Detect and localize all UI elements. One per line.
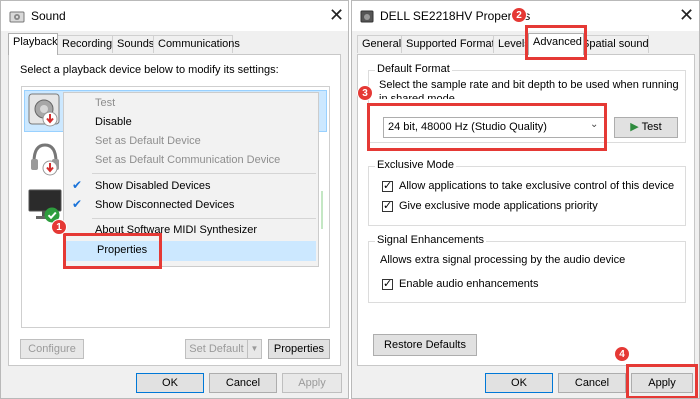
test-button-label: Test (641, 121, 662, 133)
menu-item-show-disconnected[interactable]: Show Disconnected Devices (64, 196, 318, 215)
signal-enhancements-group: Signal Enhancements Allows extra signal … (368, 234, 686, 303)
cancel-button[interactable]: Cancel (558, 373, 626, 393)
exclusive-priority-label: Give exclusive mode applications priorit… (399, 200, 598, 212)
set-default-dropdown[interactable]: ▼ (247, 339, 262, 359)
tab-communications[interactable]: Communications (153, 35, 240, 53)
test-button[interactable]: ▶ Test (614, 117, 678, 138)
ok-button[interactable]: OK (485, 373, 553, 393)
audio-enhancements-label: Enable audio enhancements (399, 278, 539, 290)
signal-enhancements-description: Allows extra signal processing by the au… (380, 254, 626, 266)
tab-general[interactable]: General (357, 35, 402, 53)
default-format-title: Default Format (375, 63, 452, 75)
tab-sounds[interactable]: Sounds (112, 35, 154, 53)
exclusive-mode-title: Exclusive Mode (375, 159, 457, 171)
tab-spatial-sound[interactable]: Spatial sound (583, 35, 649, 53)
cancel-button[interactable]: Cancel (209, 373, 277, 393)
signal-enhancements-title: Signal Enhancements (375, 234, 487, 246)
exclusive-control-label: Allow applications to take exclusive con… (399, 180, 675, 192)
properties-window: DELL SE2218HV Properties ✕ General Suppo… (351, 0, 700, 399)
default-format-description-cut: in shared mode. (379, 93, 458, 99)
disabled-status-icon (42, 111, 58, 130)
step-badge-2: 2 (511, 7, 527, 23)
menu-separator (92, 173, 316, 174)
menu-item-test[interactable]: Test (64, 94, 318, 113)
menu-item-disable[interactable]: Disable (64, 113, 318, 132)
step-badge-3: 3 (357, 85, 373, 101)
menu-item-set-default-communication[interactable]: Set as Default Communication Device (64, 151, 318, 170)
properties-button[interactable]: Properties (268, 339, 330, 359)
close-icon[interactable]: ✕ (679, 4, 694, 26)
speaker-app-icon (9, 8, 25, 27)
configure-button[interactable]: Configure (20, 339, 84, 359)
highlight-apply-button (626, 364, 698, 398)
ok-button[interactable]: OK (136, 373, 204, 393)
playback-instruction: Select a playback device below to modify… (20, 64, 279, 76)
tab-levels[interactable]: Levels (493, 35, 529, 53)
properties-window-title: DELL SE2218HV Properties (380, 9, 531, 23)
highlight-format-dropdown (367, 103, 607, 151)
step-badge-4: 4 (614, 346, 630, 362)
menu-separator (92, 218, 316, 219)
disconnected-status-icon (42, 160, 58, 179)
default-format-description: Select the sample rate and bit depth to … (379, 79, 679, 91)
tab-advanced[interactable]: Advanced (528, 33, 584, 55)
sound-title-bar[interactable]: Sound ✕ (1, 1, 348, 31)
close-icon[interactable]: ✕ (329, 4, 344, 26)
tab-supported-formats[interactable]: Supported Formats (401, 35, 500, 53)
sound-tab-bar: Playback Recording Sounds Communications (8, 33, 338, 55)
exclusive-mode-group: Exclusive Mode Allow applications to tak… (368, 159, 686, 226)
step-badge-1: 1 (51, 219, 67, 235)
menu-item-show-disabled[interactable]: Show Disabled Devices (64, 177, 318, 196)
advanced-page: Default Format Select the sample rate an… (357, 54, 695, 366)
apply-button[interactable]: Apply (282, 373, 342, 393)
sound-window-title: Sound (31, 9, 66, 23)
restore-defaults-button[interactable]: Restore Defaults (373, 334, 477, 356)
play-icon: ▶ (630, 121, 639, 133)
set-default-button[interactable]: Set Default (185, 339, 248, 359)
chevron-down-icon: ▼ (250, 344, 259, 353)
menu-item-set-default-device[interactable]: Set as Default Device (64, 132, 318, 151)
exclusive-control-checkbox[interactable] (382, 179, 393, 193)
sound-window: Sound ✕ Playback Recording Sounds Commun… (0, 0, 349, 399)
tab-playback[interactable]: Playback (8, 33, 58, 55)
highlight-properties-menu-item (63, 233, 162, 269)
exclusive-priority-checkbox[interactable] (382, 199, 393, 213)
tab-recording[interactable]: Recording (57, 35, 113, 53)
audio-enhancements-checkbox[interactable] (382, 277, 393, 291)
speaker-app-icon (359, 8, 375, 27)
